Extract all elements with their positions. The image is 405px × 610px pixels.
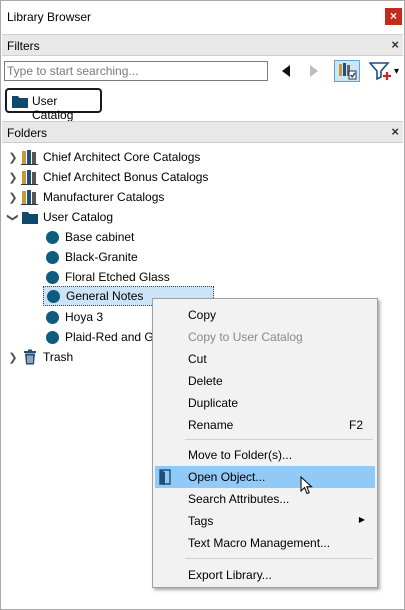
tree-item-label: General Notes	[66, 289, 144, 303]
catalog-filter-icon	[339, 63, 357, 80]
window-close-button[interactable]: ×	[385, 8, 402, 25]
folders-header-label: Folders	[7, 126, 48, 140]
tree-item-label: Hoya 3	[65, 310, 104, 324]
tree-item-floral-etched-glass[interactable]: Floral Etched Glass	[43, 267, 170, 287]
trash-icon	[21, 349, 39, 365]
tree-item-bonus-catalogs[interactable]: ❯ Chief Architect Bonus Catalogs	[5, 167, 208, 187]
tree-item-label: Manufacturer Catalogs	[43, 190, 165, 204]
title-bar: Library Browser ×	[1, 1, 404, 33]
selected-catalog-chip[interactable]: User Catalog	[5, 88, 102, 122]
tree-item-label: User Catalog	[43, 210, 114, 224]
add-filter-button[interactable]: ▾	[366, 60, 402, 82]
collapse-arrow-icon[interactable]: ❯	[7, 209, 20, 225]
expand-arrow-icon[interactable]: ❯	[5, 151, 21, 164]
folder-icon	[21, 209, 39, 225]
context-menu: Copy Copy to User Catalog Cut Delete Dup…	[152, 298, 378, 588]
back-arrow-icon	[282, 65, 290, 77]
object-dot-icon	[43, 229, 61, 245]
menu-item-cut[interactable]: Cut	[155, 348, 375, 370]
expand-arrow-icon[interactable]: ❯	[5, 191, 21, 204]
library-browser-window: Library Browser × Filters × ▾	[0, 0, 405, 610]
forward-button[interactable]	[303, 60, 325, 82]
forward-arrow-icon	[310, 65, 318, 77]
shortcut-label: F2	[348, 418, 363, 432]
search-field[interactable]	[4, 61, 268, 81]
expand-arrow-icon[interactable]: ❯	[5, 171, 21, 184]
selected-catalog-label: User Catalog	[32, 94, 74, 122]
tree-item-plaid-red[interactable]: Plaid-Red and G	[43, 327, 154, 347]
filters-header: Filters ×	[2, 34, 403, 56]
menu-item-tags[interactable]: Tags ▶	[155, 510, 375, 532]
filters-header-label: Filters	[7, 39, 40, 53]
tree-item-trash[interactable]: ❯ Trash	[5, 347, 73, 367]
expand-arrow-icon[interactable]: ❯	[5, 351, 21, 364]
folders-header: Folders ×	[2, 121, 403, 143]
catalog-filter-button[interactable]	[334, 60, 360, 82]
open-object-icon	[159, 469, 171, 485]
window-title: Library Browser	[7, 10, 92, 24]
menu-item-text-macro-management[interactable]: Text Macro Management...	[155, 532, 375, 554]
menu-item-copy-to-user-catalog: Copy to User Catalog	[188, 330, 303, 344]
tree-item-label: Base cabinet	[65, 230, 135, 244]
menu-item-export-library[interactable]: Export Library...	[155, 564, 375, 586]
tree-item-manufacturer-catalogs[interactable]: ❯ Manufacturer Catalogs	[5, 187, 164, 207]
search-input[interactable]	[5, 62, 267, 80]
mouse-cursor-icon	[300, 476, 313, 495]
filters-close-icon[interactable]: ×	[391, 37, 399, 52]
tree-item-base-cabinet[interactable]: Base cabinet	[43, 227, 134, 247]
folders-close-icon[interactable]: ×	[391, 124, 399, 139]
tree-item-black-granite[interactable]: Black-Granite	[43, 247, 138, 267]
menu-item-search-attributes[interactable]: Search Attributes...	[155, 488, 375, 510]
object-dot-icon	[44, 288, 62, 304]
folder-icon	[12, 96, 28, 108]
tree-item-user-catalog[interactable]: ❯ User Catalog	[5, 207, 114, 227]
tree-item-label: Chief Architect Core Catalogs	[43, 150, 201, 164]
tree-item-label: Plaid-Red and G	[65, 330, 154, 344]
back-button[interactable]	[275, 60, 297, 82]
object-dot-icon	[43, 269, 61, 285]
menu-item-delete[interactable]: Delete	[155, 370, 375, 392]
menu-separator	[185, 439, 373, 440]
menu-item-rename[interactable]: Rename F2	[155, 414, 375, 436]
filter-dropdown-icon[interactable]: ▾	[394, 66, 399, 77]
menu-item-duplicate[interactable]: Duplicate	[155, 392, 375, 414]
add-filter-icon	[368, 62, 391, 81]
catalog-books-icon	[21, 189, 39, 205]
object-dot-icon	[43, 309, 61, 325]
tree-item-label: Chief Architect Bonus Catalogs	[43, 170, 209, 184]
menu-separator	[185, 558, 373, 559]
menu-item-move-to-folder[interactable]: Move to Folder(s)...	[155, 444, 375, 466]
menu-item-copy[interactable]: Copy	[155, 304, 375, 326]
submenu-arrow-icon: ▶	[358, 515, 365, 524]
tree-item-label: Trash	[43, 350, 74, 364]
menu-item-open-object[interactable]: Open Object...	[155, 466, 375, 488]
object-dot-icon	[43, 329, 61, 345]
tree-item-label: Floral Etched Glass	[65, 270, 170, 284]
tree-item-label: Black-Granite	[65, 250, 138, 264]
tree-item-core-catalogs[interactable]: ❯ Chief Architect Core Catalogs	[5, 147, 200, 167]
object-dot-icon	[43, 249, 61, 265]
catalog-books-icon	[21, 169, 39, 185]
tree-item-hoya-3[interactable]: Hoya 3	[43, 307, 103, 327]
catalog-books-icon	[21, 149, 39, 165]
